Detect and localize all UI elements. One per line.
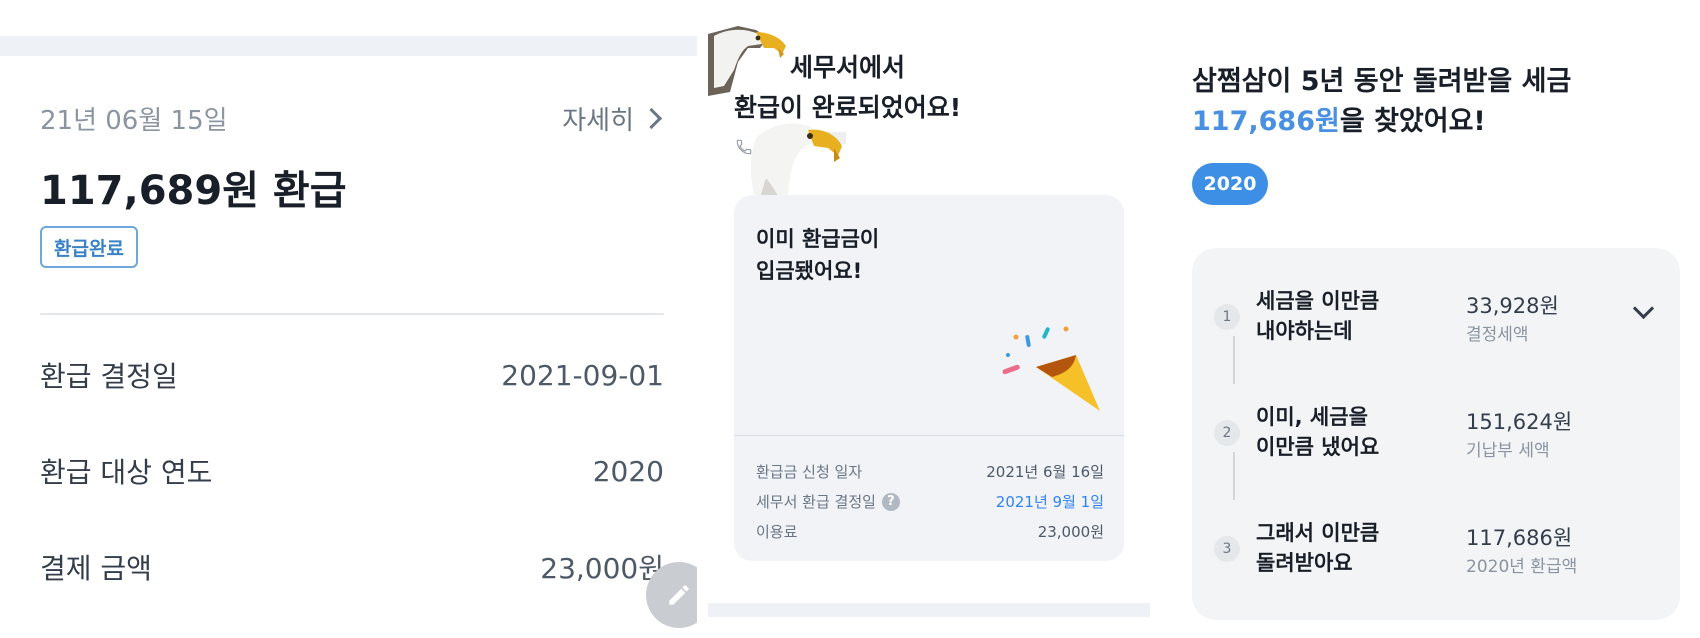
- info-value: 2021년 9월 1일: [995, 493, 1104, 511]
- row-value: 23,000원: [540, 552, 664, 585]
- row-label: 결제 금액: [40, 552, 152, 585]
- card-message: 이미 환급금이 입금됐어요!: [756, 223, 879, 287]
- step-sub: 2020년 환급액: [1466, 557, 1578, 577]
- refund-date: 21년 06월 15일: [40, 106, 228, 136]
- row-label: 환급 대상 연도: [40, 456, 213, 489]
- step-value: 33,928원: [1466, 294, 1559, 318]
- info-row-decision-date: 세무서 환급 결정일 ? 2021년 9월 1일: [756, 491, 1104, 512]
- step-title-line-1: 세금을 이만큼: [1256, 289, 1380, 313]
- step-title: 이미, 세금을 이만큼 냈어요: [1256, 402, 1379, 462]
- card-message-line-1: 이미 환급금이: [756, 227, 880, 251]
- info-row-decision-date: 환급 결정일 2021-09-01: [40, 355, 664, 395]
- info-row-target-year: 환급 대상 연도 2020: [40, 451, 664, 491]
- refund-amount: 117,689원 환급: [40, 168, 347, 214]
- year-chip[interactable]: 2020: [1192, 163, 1268, 205]
- top-divider-bar: [0, 36, 697, 56]
- chevron-right-icon: [640, 107, 663, 130]
- chevron-down-icon[interactable]: [1632, 297, 1655, 320]
- bottom-divider-bar: [708, 603, 1150, 617]
- step-connector: [1233, 452, 1235, 500]
- step-title: 세금을 이만큼 내야하는데: [1256, 286, 1379, 346]
- step-title-line-1: 이미, 세금을: [1256, 405, 1368, 429]
- step-value: 117,686원: [1466, 526, 1573, 550]
- step-title: 그래서 이만큼 돌려받아요: [1256, 518, 1379, 578]
- title-line-1: 세무서에서: [790, 53, 906, 82]
- info-row-apply-date: 환급금 신청 일자 2021년 6월 16일: [756, 461, 1104, 482]
- detail-link[interactable]: 자세히: [562, 100, 665, 137]
- row-value: 2020: [592, 454, 664, 488]
- divider: [40, 313, 664, 315]
- step-title-line-2: 이만큼 냈어요: [1256, 435, 1380, 459]
- step-title-line-2: 내야하는데: [1256, 319, 1353, 343]
- info-label: 세무서 환급 결정일: [756, 493, 876, 511]
- step-connector: [1233, 336, 1235, 384]
- info-row-fee: 이용료 23,000원: [756, 521, 1104, 542]
- refund-detail-panel: 21년 06월 15일 자세히 117,689원 환급 환급완료 환급 결정일 …: [0, 0, 697, 638]
- status-badge: 환급완료: [40, 226, 138, 268]
- refund-info-card: 이미 환급금이 입금됐어요! 환급금 신청 일자 2021년 6월 16일 세무…: [734, 195, 1124, 561]
- detail-link-label: 자세히: [562, 106, 634, 136]
- pencil-icon: [669, 585, 689, 605]
- tax-summary-panel: 삼쩜삼이 5년 동안 돌려받을 세금 117,686원을 찾았어요! 2020 …: [1180, 0, 1700, 638]
- info-value: 23,000원: [1037, 523, 1104, 541]
- step-number: 2: [1214, 420, 1240, 446]
- row-label: 환급 결정일: [40, 360, 178, 393]
- refund-complete-panel: 세무서에서 환급이 완료되었어요! 이미 환급금이 입금됐어요! 환급금 신청 …: [708, 0, 1150, 638]
- info-value: 2021년 6월 16일: [986, 463, 1104, 481]
- step-title-line-2: 돌려받아요: [1256, 551, 1353, 575]
- info-label-group: 세무서 환급 결정일 ?: [756, 491, 900, 512]
- step-number: 1: [1214, 304, 1240, 330]
- info-row-payment-amount: 결제 금액 23,000원: [40, 547, 664, 587]
- heading-suffix: 을 찾았어요!: [1339, 106, 1486, 137]
- info-label: 이용료: [756, 523, 798, 541]
- summary-heading: 삼쩜삼이 5년 동안 돌려받을 세금 117,686원을 찾았어요!: [1192, 62, 1571, 142]
- step-value: 151,624원: [1466, 410, 1573, 434]
- party-popper-icon: [1002, 326, 1100, 411]
- card-message-line-2: 입금됐어요!: [756, 259, 863, 283]
- step-title-line-1: 그래서 이만큼: [1256, 521, 1380, 545]
- step-number: 3: [1214, 536, 1240, 562]
- card-divider: [734, 435, 1124, 436]
- page-title: 세무서에서 환급이 완료되었어요!: [734, 48, 961, 128]
- info-label: 환급금 신청 일자: [756, 463, 863, 481]
- row-value: 2021-09-01: [501, 358, 664, 392]
- heading-amount: 117,686원: [1192, 106, 1340, 137]
- help-icon[interactable]: ?: [881, 492, 900, 511]
- step-sub: 결정세액: [1466, 325, 1529, 345]
- heading-line-1: 삼쩜삼이 5년 동안 돌려받을 세금: [1192, 66, 1572, 97]
- edit-fab-button[interactable]: [646, 562, 697, 628]
- tax-steps-card: 1 세금을 이만큼 내야하는데 33,928원 결정세액 2 이미, 세금을 이…: [1192, 248, 1680, 620]
- heading-line-2: 117,686원을 찾았어요!: [1192, 102, 1571, 142]
- step-sub: 기납부 세액: [1466, 441, 1550, 461]
